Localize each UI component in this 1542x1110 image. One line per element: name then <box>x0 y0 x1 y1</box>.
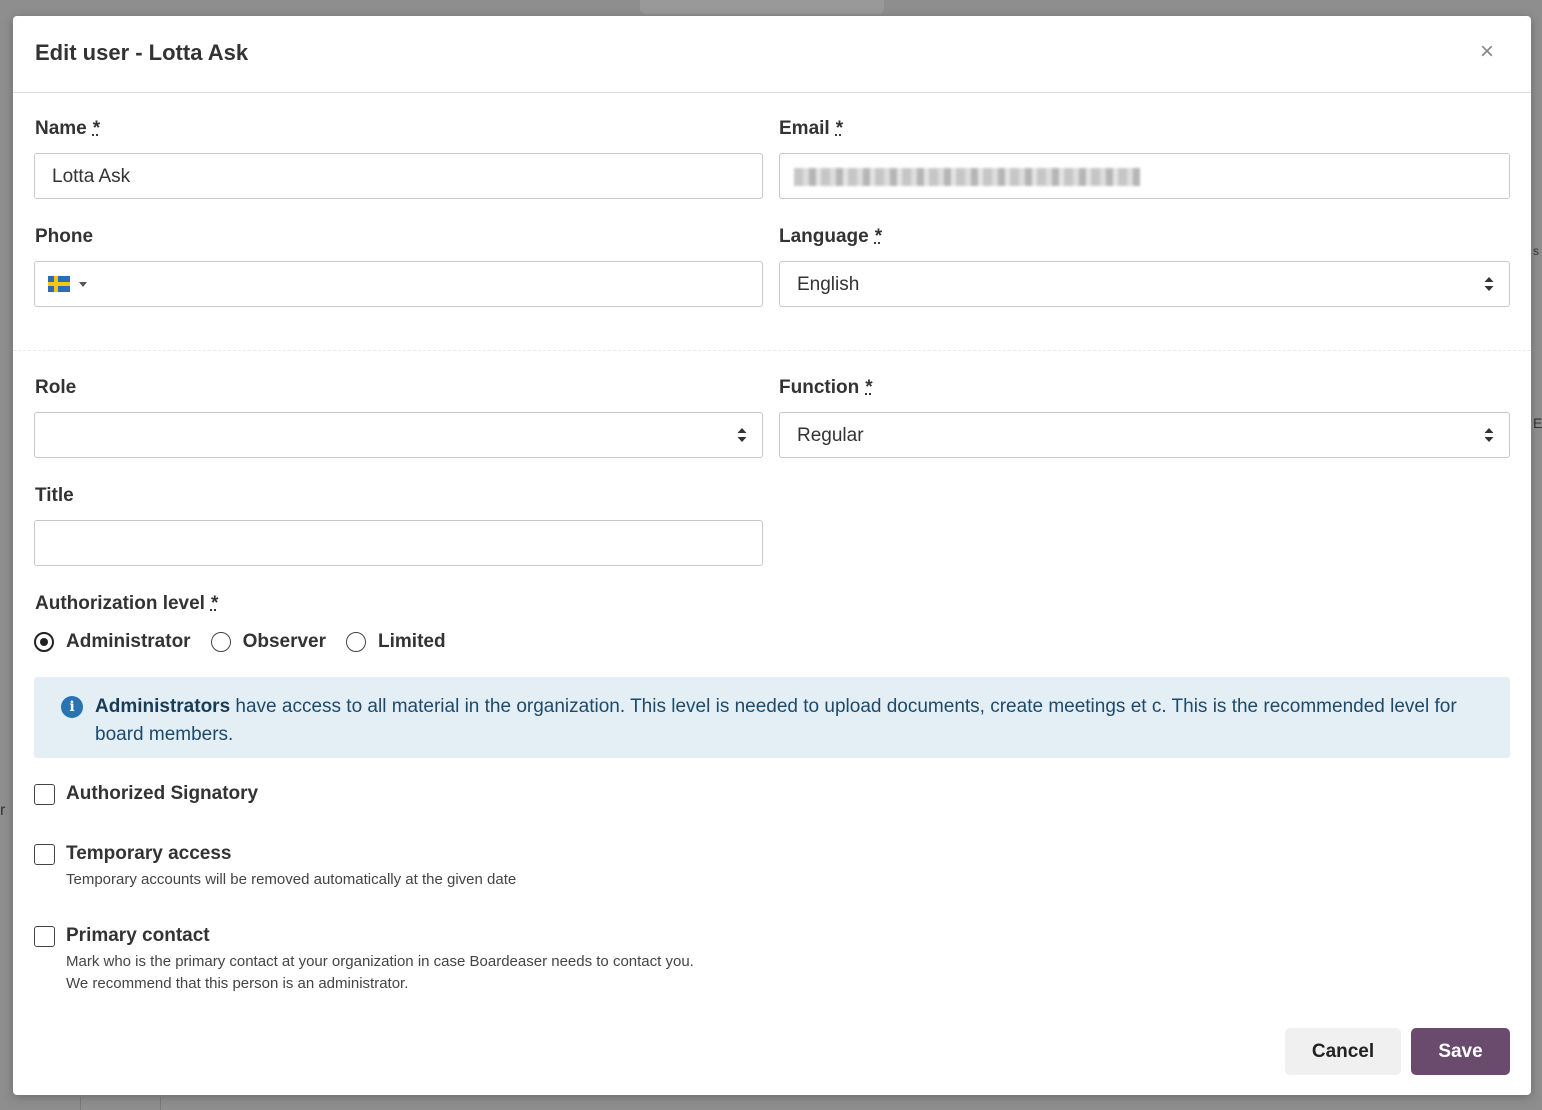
select-arrows-icon <box>1484 277 1494 291</box>
role-label-text: Role <box>35 377 77 398</box>
language-label: Language * <box>779 226 882 248</box>
radio-administrator[interactable]: Administrator <box>34 631 191 653</box>
required-marker: * <box>835 118 844 139</box>
phone-label: Phone <box>35 226 93 248</box>
required-marker: * <box>874 226 883 247</box>
radio-label[interactable]: Observer <box>243 631 326 653</box>
phone-input[interactable] <box>34 261 763 307</box>
language-select[interactable]: English <box>779 261 1510 307</box>
authorization-level-radio-group: Administrator Observer Limited <box>34 629 466 655</box>
role-select[interactable] <box>34 412 763 458</box>
email-input[interactable] <box>779 153 1510 199</box>
edit-user-modal: Edit user - Lotta Ask × Name * Lotta Ask … <box>13 16 1531 1095</box>
background-text: r <box>0 802 6 819</box>
primary-contact-help: Mark who is the primary contact at your … <box>66 953 694 970</box>
cancel-button[interactable]: Cancel <box>1285 1028 1401 1075</box>
authorization-level-label: Authorization level * <box>35 593 218 615</box>
authorized-signatory-label[interactable]: Authorized Signatory <box>66 783 258 805</box>
primary-contact-checkbox[interactable] <box>34 926 55 947</box>
name-input-value: Lotta Ask <box>52 166 131 187</box>
info-icon: i <box>61 696 83 718</box>
radio-button[interactable] <box>210 632 231 652</box>
title-input[interactable] <box>34 520 763 566</box>
email-label: Email * <box>779 118 843 140</box>
required-marker: * <box>92 118 101 139</box>
email-label-text: Email <box>779 118 830 139</box>
title-label-text: Title <box>35 485 74 506</box>
radio-button-checked[interactable] <box>34 632 54 652</box>
close-button[interactable]: × <box>1475 40 1499 64</box>
modal-header: Edit user - Lotta Ask × <box>13 16 1531 93</box>
phone-label-text: Phone <box>35 226 94 247</box>
select-arrows-icon <box>737 428 747 442</box>
authorization-level-label-text: Authorization level <box>35 593 205 614</box>
name-label: Name * <box>35 118 100 140</box>
background-text: s <box>1533 244 1539 258</box>
sweden-flag-icon[interactable] <box>48 276 70 292</box>
required-marker: * <box>865 377 873 398</box>
name-input[interactable]: Lotta Ask <box>34 153 763 199</box>
background-divider <box>160 1097 161 1110</box>
radio-label[interactable]: Administrator <box>66 631 191 653</box>
function-select[interactable]: Regular <box>779 412 1510 458</box>
authorization-info-text: Administrators have access to all materi… <box>95 693 1475 749</box>
close-icon: × <box>1479 38 1494 65</box>
function-label-text: Function <box>779 377 860 398</box>
background-tab <box>640 0 884 14</box>
email-value-obscured <box>794 168 1140 186</box>
authorization-info-alert: i Administrators have access to all mate… <box>34 677 1510 758</box>
authorized-signatory-checkbox[interactable] <box>34 784 55 805</box>
info-text-strong: Administrators <box>95 696 231 717</box>
radio-observer[interactable]: Observer <box>210 631 326 653</box>
section-divider <box>13 350 1531 351</box>
function-label: Function * <box>779 377 873 399</box>
language-select-value: English <box>797 274 860 295</box>
primary-contact-label[interactable]: Primary contact <box>66 925 210 947</box>
role-label: Role <box>35 377 76 399</box>
primary-contact-help: We recommend that this person is an admi… <box>66 975 409 992</box>
name-label-text: Name <box>35 118 87 139</box>
background-divider <box>80 1097 81 1110</box>
radio-limited[interactable]: Limited <box>346 631 446 653</box>
info-text-body: have access to all material in the organ… <box>95 696 1457 745</box>
title-label: Title <box>35 485 74 507</box>
temporary-access-help: Temporary accounts will be removed autom… <box>66 871 517 888</box>
temporary-access-checkbox[interactable] <box>34 844 55 865</box>
background-text: E <box>1533 415 1542 431</box>
radio-button[interactable] <box>346 632 367 652</box>
radio-label[interactable]: Limited <box>378 631 446 653</box>
temporary-access-label[interactable]: Temporary access <box>66 843 231 865</box>
function-select-value: Regular <box>797 425 864 446</box>
save-button[interactable]: Save <box>1411 1028 1510 1075</box>
language-label-text: Language <box>779 226 869 247</box>
select-arrows-icon <box>1484 428 1494 442</box>
modal-title: Edit user - Lotta Ask <box>35 40 249 65</box>
required-marker: * <box>210 593 219 614</box>
caret-down-icon[interactable] <box>79 282 87 287</box>
